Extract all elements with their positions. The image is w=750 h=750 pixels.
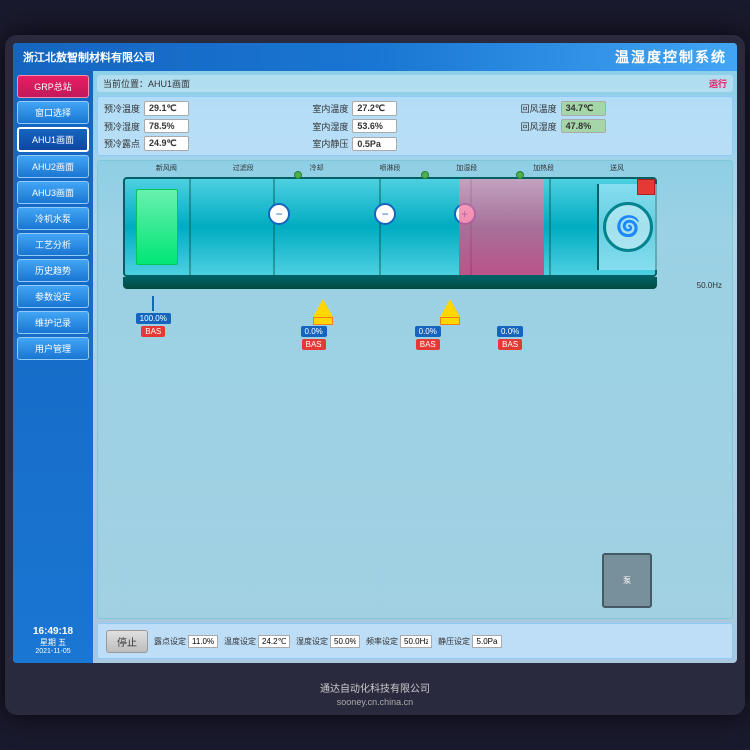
params-panel: 预冷温度 29.1℃ 室内温度 27.2℃ 回风温度 34.7℃ (97, 96, 733, 156)
content-area: 当前位置：AHU1画面 运行 预冷温度 29.1℃ 室内温度 27.2℃ (93, 71, 737, 663)
humid-input[interactable] (330, 635, 360, 648)
fresh-air-damper (136, 189, 178, 266)
sidebar-item-params[interactable]: 参数设定 (17, 285, 89, 308)
sidebar-item-ahu2[interactable]: AHU2画面 (17, 155, 89, 178)
company-name: 浙江北敖智制材料有限公司 (23, 49, 155, 65)
section-label-cool: 冷却 (310, 163, 324, 173)
system-title: 温湿度控制系统 (615, 47, 727, 67)
sidebar-item-maintenance[interactable]: 维护记录 (17, 311, 89, 334)
section-label-spray: 喷淋段 (379, 163, 400, 173)
time-display: 16:49:18 (19, 626, 87, 637)
valve2-value-area: 0.0% BAS (301, 326, 327, 350)
valve4-value: 0.0% (497, 326, 523, 337)
sidebar-item-ahu1[interactable]: AHU1画面 (17, 127, 89, 152)
pressure-set: 静压设定 (438, 635, 502, 648)
sidebar-item-history[interactable]: 历史趋势 (17, 259, 89, 282)
section-label-send: 送风 (610, 163, 624, 173)
bottom-company-name: 通达自动化科技有限公司 (320, 680, 430, 695)
pre-temp-row: 预冷温度 29.1℃ (104, 101, 309, 116)
temp-set: 温度设定 (224, 635, 290, 648)
dew-point-set: 露点设定 (154, 635, 218, 648)
pre-dew-row: 预冷露点 24.9℃ (104, 136, 309, 151)
dew-point-input[interactable] (188, 635, 218, 648)
return-temp-row: 回风温度 34.7℃ (521, 101, 726, 116)
valve2-value: 0.0% (301, 326, 327, 337)
valve4-status: BAS (498, 339, 522, 350)
screen: 浙江北敖智制材料有限公司 温湿度控制系统 GRP总站 窗口选择 AHU1画面 A… (13, 43, 737, 663)
freq-set: 频率设定 (366, 635, 432, 648)
green-indicator-2 (421, 171, 429, 179)
time-day: 星期 五 (19, 637, 87, 648)
valve1-value: 100.0% (136, 313, 171, 324)
pump-unit: 泵 (602, 553, 652, 608)
valve2[interactable]: − (374, 203, 396, 225)
pressure-input[interactable] (472, 635, 502, 648)
header-bar: 浙江北敖智制材料有限公司 温湿度控制系统 (13, 43, 737, 71)
return-humid-row: 回风湿度 47.8% (521, 119, 726, 133)
valve3-value: 0.0% (415, 326, 441, 337)
flow-meter-2 (440, 299, 460, 325)
humidifier-section (459, 179, 544, 275)
section-label-filter: 过滤段 (233, 163, 254, 173)
ahu-duct: − − + 🌀 (123, 177, 657, 277)
humid-set: 湿度设定 (296, 635, 360, 648)
sidebar-item-window[interactable]: 窗口选择 (17, 101, 89, 124)
empty-row (521, 136, 726, 151)
indoor-humid-row: 室内湿度 53.6% (312, 119, 517, 133)
time-date: 2021-11-05 (19, 648, 87, 655)
top-info-bar: 当前位置：AHU1画面 运行 (97, 75, 733, 92)
diagram-area: 新风阀 过滤段 冷却 喷淋段 加湿段 加热段 送风 (97, 160, 733, 619)
valve3-value-area: 0.0% BAS (415, 326, 441, 350)
pre-humid-row: 预冷湿度 78.5% (104, 119, 309, 133)
freq-input[interactable] (400, 635, 432, 648)
monitor-frame: 浙江北敖智制材料有限公司 温湿度控制系统 GRP总站 窗口选择 AHU1画面 A… (5, 35, 745, 715)
bottom-controls: 停止 露点设定 温度设定 湿度设定 频率设定 (97, 623, 733, 659)
section-label-fresh: 新风阀 (156, 163, 177, 173)
section-label-heat: 加热段 (533, 163, 554, 173)
params-grid: 预冷温度 29.1℃ 室内温度 27.2℃ 回风温度 34.7℃ (104, 101, 726, 151)
indoor-temp-row: 室内温度 27.2℃ (312, 101, 517, 116)
sidebar-item-ahu3[interactable]: AHU3画面 (17, 181, 89, 204)
valve1-status: BAS (141, 326, 165, 337)
flow-meter-1 (313, 299, 333, 325)
monitor-bottom: 通达自动化科技有限公司 sooney.cn.china.cn (13, 663, 737, 723)
valve1-value-area: 100.0% BAS (136, 296, 171, 337)
stop-button[interactable]: 停止 (106, 630, 148, 653)
valve2-status: BAS (302, 339, 326, 350)
temp-input[interactable] (258, 635, 290, 648)
sidebar-item-grp[interactable]: GRP总站 (17, 75, 89, 98)
bottom-url: sooney.cn.china.cn (337, 697, 413, 707)
fan-symbol: 🌀 (597, 184, 657, 270)
indoor-pressure-row: 室内静压 0.5Pa (312, 136, 517, 151)
sidebar-item-process[interactable]: 工艺分析 (17, 233, 89, 256)
valve3-status: BAS (416, 339, 440, 350)
valve1[interactable]: − (268, 203, 290, 225)
duct-front-face (123, 277, 657, 289)
alarm-box (637, 179, 655, 195)
main-area: GRP总站 窗口选择 AHU1画面 AHU2画面 AHU3画面 冷机水泵 (13, 71, 737, 663)
fan-freq-label: 50.0Hz (697, 281, 722, 290)
sidebar: GRP总站 窗口选择 AHU1画面 AHU2画面 AHU3画面 冷机水泵 (13, 71, 93, 663)
sidebar-item-users[interactable]: 用户管理 (17, 337, 89, 360)
sidebar-item-cooling[interactable]: 冷机水泵 (17, 207, 89, 230)
valve4-value-area: 0.0% BAS (497, 326, 523, 350)
section-label-humid: 加湿段 (456, 163, 477, 173)
